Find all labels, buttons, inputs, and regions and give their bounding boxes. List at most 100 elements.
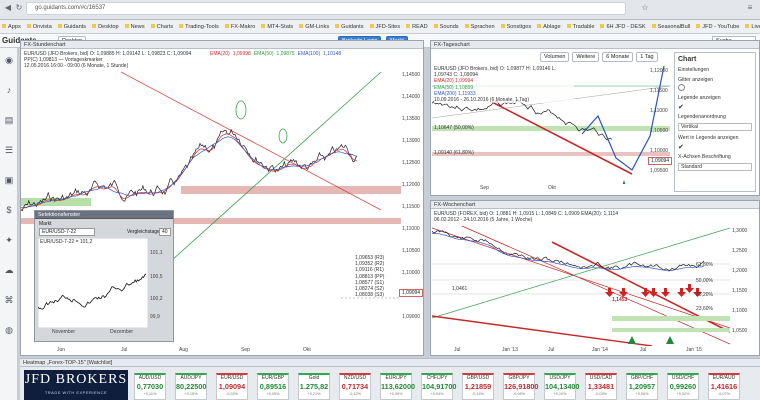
heatmap-tile[interactable]: GBP/CHF 1,20957 +0,06% bbox=[626, 373, 658, 400]
range-select[interactable]: 6 Monate bbox=[602, 52, 634, 62]
legend-label: Legende anzeigen bbox=[678, 95, 721, 101]
jfd-brokers-logo[interactable]: JFD BROKERS TRADE WITH EXPERIENCE bbox=[24, 370, 128, 400]
heatmap-tile[interactable]: EUR/JPY 113,62000 +0,09% bbox=[380, 373, 415, 400]
heatmap-tile[interactable]: EUR/USD 1,09094 -0,02% bbox=[216, 373, 248, 400]
compare-days-input[interactable]: 40 bbox=[159, 228, 171, 236]
y-tick: 1,12000 bbox=[650, 68, 669, 74]
heatmap-tile[interactable]: AUD/USD 0,77030 +0,11% bbox=[134, 373, 166, 400]
bookmark-item[interactable]: Live - YouTube bbox=[745, 24, 760, 30]
tile-change: -0,03% bbox=[594, 392, 608, 396]
bulb-icon[interactable]: ✦ bbox=[3, 234, 15, 246]
x-tick: Jan '15 bbox=[686, 347, 702, 353]
bookmark-item[interactable]: Ablage bbox=[537, 24, 560, 30]
bookmark-item[interactable]: Guidants bbox=[58, 24, 86, 30]
tile-symbol: EUR/JPY bbox=[385, 375, 407, 381]
more-button[interactable]: Weitere bbox=[572, 52, 600, 62]
tile-change: +0,05% bbox=[266, 392, 280, 396]
x-axis-select[interactable]: Standard bbox=[678, 163, 752, 171]
bookmark-item[interactable]: Trading-Tools bbox=[179, 24, 219, 30]
url-input[interactable]: go.guidants.com/#c/16537 bbox=[26, 2, 626, 15]
grid-toggle[interactable] bbox=[678, 84, 685, 91]
tile-price: 1,21859 bbox=[464, 382, 492, 391]
heatmap-tile[interactable]: USD/JPY 104,13400 +0,10% bbox=[544, 373, 580, 400]
y-tick: 99,9 bbox=[150, 314, 160, 320]
back-icon[interactable]: ◀ bbox=[3, 3, 13, 13]
tile-change: -0,02% bbox=[225, 392, 239, 396]
seasonal-plot bbox=[38, 238, 148, 328]
bell-icon[interactable]: ♪ bbox=[3, 84, 15, 96]
bookmark-item[interactable]: SeasonalBull bbox=[652, 24, 691, 30]
bookmark-item[interactable]: FX-Makro bbox=[225, 24, 256, 30]
bookmark-item[interactable]: JFD - YouTube bbox=[696, 24, 739, 30]
y-tick: 100,5 bbox=[150, 274, 163, 280]
daily-chart-legend: EUR/USD (JFD Brokers, bid) O: 1,09877 H:… bbox=[434, 66, 574, 104]
left-sidebar: ◉ ♪ ▤ ☰ ▣ $ ✦ ☁ ⌘ ◍ bbox=[0, 48, 18, 400]
y-tick: 1,0500 bbox=[732, 328, 748, 334]
tile-symbol: EUR/USD bbox=[220, 375, 244, 381]
legend-line: EUR/USD (JFD Brokers, bid) O: 1,09877 H:… bbox=[434, 66, 556, 79]
y-tick: 1,10000 bbox=[650, 148, 669, 154]
weekly-price-chart[interactable] bbox=[432, 224, 730, 346]
support-zone bbox=[612, 328, 730, 332]
dollar-icon[interactable]: $ bbox=[3, 204, 15, 216]
legend-layout-select[interactable]: Vertikal bbox=[678, 123, 752, 131]
tile-symbol: AUD/USD bbox=[138, 375, 162, 381]
tag-icon[interactable]: ⌘ bbox=[3, 294, 15, 306]
heatmap-tile[interactable]: EUR/GBP 0,89516 +0,05% bbox=[257, 373, 289, 400]
heatmap-tile[interactable]: USD/CAD 1,33481 -0,03% bbox=[585, 373, 617, 400]
bookmark-item[interactable]: MT4-Stats bbox=[261, 24, 293, 30]
heatmap-tile[interactable]: AUD/JPY 80,22500 +0,15% bbox=[175, 373, 207, 400]
tile-change: +0,09% bbox=[389, 392, 403, 396]
tile-symbol: GBP/CHF bbox=[630, 375, 654, 381]
tile-change: -0,12% bbox=[348, 392, 362, 396]
bookmark-item[interactable]: Tradable bbox=[567, 24, 595, 30]
bookmark-item[interactable]: 6H JFD - DESK bbox=[600, 24, 645, 30]
bookmark-item[interactable]: READ bbox=[406, 24, 428, 30]
tile-price: 80,22500 bbox=[176, 382, 207, 391]
market-select[interactable]: EUR/USD-7-22 bbox=[39, 228, 95, 236]
legend-line: 12.05.2016 16:00 - 09:00 (6 Monate, 1 St… bbox=[24, 63, 129, 70]
bookmark-item[interactable]: Apps bbox=[2, 24, 21, 30]
user-icon[interactable]: ◉ bbox=[3, 54, 15, 66]
bookmark-item[interactable]: GM-Links bbox=[299, 24, 329, 30]
bookmark-item[interactable]: Charts bbox=[151, 24, 173, 30]
y-tick: 1,11000 bbox=[650, 108, 668, 114]
brand-tagline: TRADE WITH EXPERIENCE bbox=[44, 390, 108, 395]
heatmap-tile[interactable]: CHF/JPY 104,91700 +0,04% bbox=[421, 373, 457, 400]
bookmark-item[interactable]: Guidants bbox=[335, 24, 363, 30]
cloud-icon[interactable]: ☁ bbox=[3, 264, 15, 276]
heatmap-tile[interactable]: EUR/AUD 1,41616 -0,07% bbox=[708, 373, 740, 400]
compare-days-label: Vergleichstage bbox=[127, 229, 160, 235]
bookmark-item[interactable]: Sounds bbox=[434, 24, 459, 30]
fib-level-label: 1,09140 (61,80%) bbox=[434, 150, 474, 156]
legend-checkbox[interactable]: ✔ bbox=[678, 103, 684, 111]
pivot-label: 1,08038 (S3) bbox=[355, 292, 384, 299]
heatmap-tile[interactable]: GBP/JPY 126,91800 -0,08% bbox=[503, 373, 539, 400]
bookmark-item[interactable]: Sprachen bbox=[465, 24, 495, 30]
heatmap-tile[interactable]: NZD/USD 0,71734 -0,12% bbox=[339, 373, 371, 400]
bookmark-item[interactable]: Desktop bbox=[92, 24, 119, 30]
bookmarks-bar: Apps Onvista Guidants Desktop News Charts Trad… bbox=[0, 20, 760, 34]
heatmap-tile[interactable]: USD/CHF 0,99260 +0,02% bbox=[667, 373, 699, 400]
seasonal-legend: EUR/USD-7-22 = 101,2 bbox=[40, 239, 93, 245]
bookmark-item[interactable]: Onvista bbox=[27, 24, 52, 30]
value-legend-checkbox[interactable]: ✔ bbox=[678, 143, 684, 151]
bookmark-item[interactable]: News bbox=[125, 24, 145, 30]
interval-select[interactable]: 1 Tag bbox=[636, 52, 658, 62]
globe-icon[interactable]: ◍ bbox=[3, 324, 15, 336]
hourly-ema-legend: EMA(20) 1,09998 EMA(50) 1,09875 EMA(100) 1,… bbox=[210, 51, 341, 57]
briefcase-icon[interactable]: ▣ bbox=[3, 174, 15, 186]
heatmap-tile[interactable]: Gold 1.275,82 +0,21% bbox=[298, 373, 330, 400]
heatmap-tile[interactable]: GBP/USD 1,21859 -0,14% bbox=[462, 373, 494, 400]
settings-link[interactable]: Einstellungen bbox=[678, 67, 709, 73]
bookmark-item[interactable]: JFD-Sites bbox=[370, 24, 401, 30]
chart-icon[interactable]: ▤ bbox=[3, 114, 15, 126]
reload-icon[interactable]: ↻ bbox=[14, 3, 24, 13]
star-icon[interactable]: ☆ bbox=[640, 3, 650, 13]
tile-change: +0,21% bbox=[307, 392, 321, 396]
menu-icon[interactable]: ≡ bbox=[745, 3, 755, 13]
bookmark-item[interactable]: Sonstiges bbox=[501, 24, 532, 30]
list-icon[interactable]: ☰ bbox=[3, 144, 15, 156]
ema50-label: EMA(50) bbox=[253, 51, 274, 57]
volume-button[interactable]: Volumen bbox=[540, 52, 570, 62]
